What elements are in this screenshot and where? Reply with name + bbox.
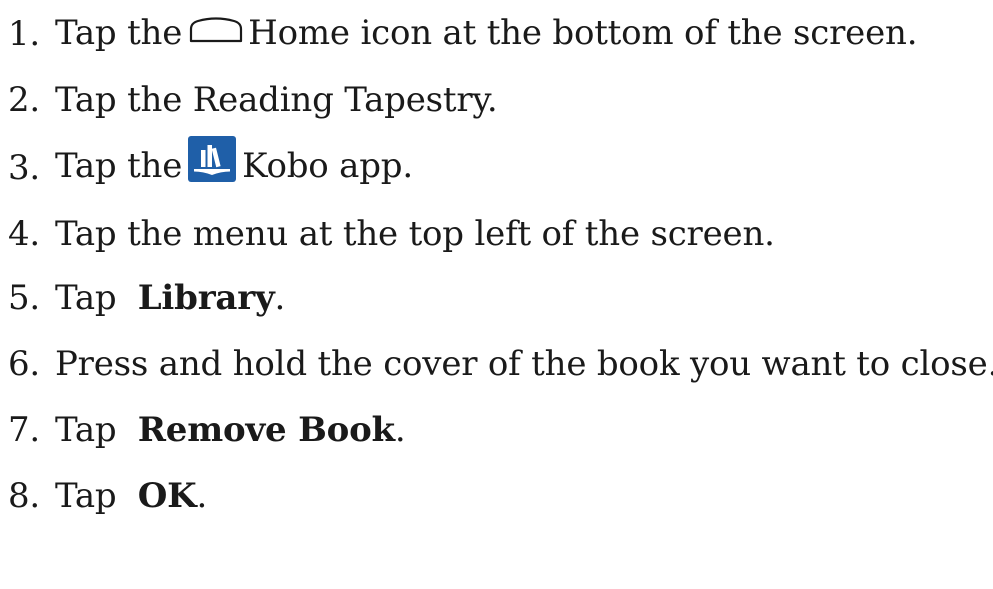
step-number: 2. <box>8 80 41 120</box>
step-text: Tap the menu at the top left of the scre… <box>55 214 775 254</box>
step-6: 6. Press and hold the cover of the book … <box>8 336 993 392</box>
step-text: Tap OK. <box>55 479 207 513</box>
step-1: 1. Tap the Home icon at the bottom of the… <box>8 6 918 62</box>
step-number: 1. <box>8 14 41 54</box>
kobo-app-icon <box>188 136 237 188</box>
step-number: 7. <box>8 410 41 450</box>
step-text: Tap the Reading Tapestry. <box>55 80 498 120</box>
step-3: 3. Tap the Kobo app. <box>8 136 413 196</box>
step-2: 2. Tap the Reading Tapestry. <box>8 72 498 128</box>
step-8: 8. Tap OK. <box>8 468 207 524</box>
step-text-after: . <box>394 410 406 450</box>
step-number: 6. <box>8 344 41 384</box>
step-text: Tap Library. <box>55 281 285 315</box>
step-text-before: Tap the <box>55 146 183 186</box>
step-text-bold: OK <box>137 476 197 516</box>
step-text-before: Tap the <box>55 13 183 53</box>
step-text: Tap the Kobo app. <box>55 136 413 194</box>
instruction-list: 1. Tap the Home icon at the bottom of the… <box>0 0 993 589</box>
step-number: 4. <box>8 214 41 254</box>
step-text-after: Home icon at the bottom of the screen. <box>248 13 918 53</box>
step-number: 5. <box>8 278 41 318</box>
step-number: 8. <box>8 476 41 516</box>
step-text-after: . <box>196 476 208 516</box>
step-7: 7. Tap Remove Book. <box>8 402 406 458</box>
step-text-bold: Library <box>137 278 275 318</box>
step-text: Tap Remove Book. <box>55 413 406 447</box>
step-text: Press and hold the cover of the book you… <box>55 344 993 384</box>
step-text-before: Tap <box>55 278 128 318</box>
step-text: Tap the Home icon at the bottom of the sc… <box>55 13 918 53</box>
step-number: 3. <box>8 148 41 188</box>
step-text-before: Tap <box>55 476 128 516</box>
step-text-after: Kobo app. <box>242 146 413 186</box>
home-outline-icon <box>188 15 244 49</box>
step-5: 5. Tap Library. <box>8 270 285 326</box>
step-text-bold: Remove Book <box>137 410 395 450</box>
step-4: 4. Tap the menu at the top left of the s… <box>8 206 775 262</box>
step-text-before: Tap <box>55 410 128 450</box>
step-text-after: . <box>274 278 286 318</box>
